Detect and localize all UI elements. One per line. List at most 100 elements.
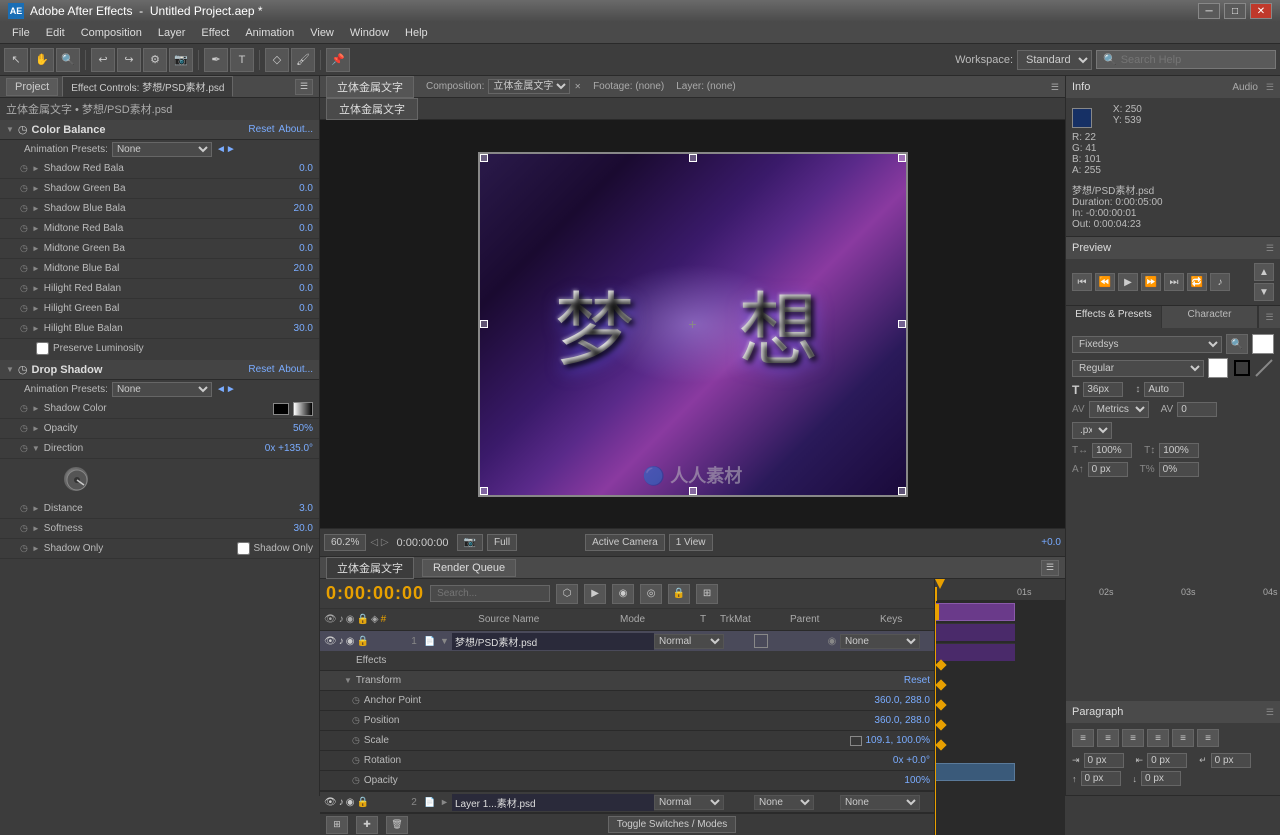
tl-l1-audio-icon[interactable]: ♪ — [339, 636, 344, 647]
menu-edit[interactable]: Edit — [38, 25, 73, 41]
side-handle-bottom[interactable] — [689, 487, 697, 495]
tl-comp-btn[interactable]: ⊞ — [696, 584, 718, 604]
tool-redo[interactable]: ↪ — [117, 48, 141, 72]
cb-presets-nav-left[interactable]: ◄ — [216, 144, 226, 155]
font-style-select[interactable]: Regular — [1072, 360, 1204, 377]
preserve-lum-checkbox[interactable] — [36, 342, 49, 355]
menu-window[interactable]: Window — [342, 25, 397, 41]
lsz-input[interactable] — [1159, 443, 1199, 458]
ep-effects-tab[interactable]: Effects & Presets — [1066, 306, 1162, 328]
font-size-input[interactable] — [1083, 382, 1123, 397]
ds-presets-nav-left[interactable]: ◄ — [216, 384, 226, 395]
dist-expand[interactable]: ► — [32, 504, 40, 513]
direction-dial[interactable] — [64, 467, 88, 491]
cb-anim-presets-select[interactable]: None — [112, 142, 212, 157]
hb-stopwatch[interactable]: ◷ — [20, 323, 28, 334]
tl-delete-btn[interactable]: 🗑 — [386, 816, 408, 834]
tl-l2-lock-icon[interactable]: 🔒 — [356, 797, 368, 808]
font-eyedropper-btn[interactable]: 🔍 — [1226, 334, 1248, 354]
comp-view-btn[interactable]: 1 View — [669, 534, 713, 551]
tl-new-comp-btn[interactable]: ⊞ — [326, 816, 348, 834]
tool-zoom[interactable]: 🔍 — [56, 48, 80, 72]
preview-prev-btn[interactable]: ⏪ — [1095, 273, 1115, 291]
para-indent1-input[interactable] — [1084, 753, 1124, 768]
tl-l2-parent-select[interactable]: None — [840, 795, 920, 810]
search-input[interactable] — [1121, 54, 1261, 66]
tl-l1-transform-header[interactable]: ▼ Transform Reset — [320, 671, 934, 691]
soft-stopwatch[interactable]: ◷ — [20, 523, 28, 534]
tool-settings[interactable]: ⚙ — [143, 48, 167, 72]
dir-expand[interactable]: ▼ — [32, 444, 40, 453]
minimize-button[interactable]: ─ — [1198, 3, 1220, 19]
paragraph-menu-icon[interactable]: ☰ — [1266, 707, 1274, 718]
ep-menu-icon[interactable]: ☰ — [1258, 306, 1280, 328]
position-stopwatch[interactable]: ◷ — [352, 715, 360, 726]
hg-expand[interactable]: ► — [32, 304, 40, 313]
op-expand[interactable]: ► — [32, 424, 40, 433]
tl-preview-btn[interactable]: ▶ — [584, 584, 606, 604]
preview-last-btn[interactable]: ⏭ — [1164, 273, 1184, 291]
sb-stopwatch[interactable]: ◷ — [20, 203, 28, 214]
sc-stopwatch[interactable]: ◷ — [20, 403, 28, 414]
ds-anim-presets-select[interactable]: None — [112, 382, 212, 397]
effect-controls-tab[interactable]: Effect Controls: 梦想/PSD素材.psd — [62, 76, 233, 97]
comp-timecode[interactable]: 0:00:00:00 — [393, 536, 453, 550]
comp-name-tab[interactable]: 立体金属文字 — [326, 98, 418, 120]
units-select[interactable]: .px — [1072, 422, 1112, 439]
tool-text[interactable]: T — [230, 48, 254, 72]
info-audio-tab[interactable]: Audio — [1232, 82, 1258, 93]
menu-composition[interactable]: Composition — [73, 25, 150, 41]
sb-expand[interactable]: ► — [32, 204, 40, 213]
drop-shadow-header[interactable]: ▼ ◷ Drop Shadow Reset About... — [0, 360, 319, 380]
tool-undo[interactable]: ↩ — [91, 48, 115, 72]
tl-layer-2-row[interactable]: 👁 ♪ ◉ 🔒 2 📄 ► Layer 1...素材 — [320, 792, 934, 812]
op-stopwatch[interactable]: ◷ — [20, 423, 28, 434]
anchor-stopwatch[interactable]: ◷ — [352, 695, 360, 706]
para-align-justify3[interactable]: ≡ — [1197, 729, 1219, 747]
corner-handle-tl[interactable] — [480, 154, 488, 162]
mg-stopwatch[interactable]: ◷ — [20, 243, 28, 254]
mg-expand[interactable]: ► — [32, 244, 40, 253]
tool-puppet[interactable]: 📌 — [326, 48, 350, 72]
dist-stopwatch[interactable]: ◷ — [20, 503, 28, 514]
tracking-input[interactable] — [1177, 402, 1217, 417]
tl-l1-solo-icon[interactable]: ◉ — [346, 636, 355, 647]
stroke-toggle-icon[interactable] — [1254, 358, 1274, 378]
side-handle-left[interactable] — [480, 320, 488, 328]
cb-reset-link[interactable]: Reset — [248, 124, 274, 135]
para-indent3-input[interactable] — [1211, 753, 1251, 768]
timeline-timecode[interactable]: 0:00:00:00 — [326, 583, 424, 604]
menu-file[interactable]: File — [4, 25, 38, 41]
tl-graph[interactable] — [935, 601, 1065, 835]
menu-help[interactable]: Help — [397, 25, 436, 41]
tl-l2-trkmat-select[interactable]: None — [754, 795, 814, 810]
side-handle-right[interactable] — [898, 320, 906, 328]
tool-pen[interactable]: ✒ — [204, 48, 228, 72]
corner-handle-br[interactable] — [898, 487, 906, 495]
project-tab[interactable]: Project — [6, 78, 58, 96]
menu-animation[interactable]: Animation — [237, 25, 302, 41]
tool-shape[interactable]: ◇ — [265, 48, 289, 72]
tl-l1-effects-row[interactable]: Effects — [320, 651, 934, 671]
cb-about-link[interactable]: About... — [279, 124, 313, 135]
soft-expand[interactable]: ► — [32, 524, 40, 533]
tl-l1-vis-icon[interactable]: 👁 — [324, 636, 337, 647]
workspace-select[interactable]: Standard — [1017, 50, 1092, 70]
tl-new-layer-btn[interactable]: ✚ — [356, 816, 378, 834]
color-balance-header[interactable]: ▼ ◷ Color Balance Reset About... — [0, 120, 319, 140]
toggle-switches-modes[interactable]: Toggle Switches / Modes — [608, 816, 737, 833]
corner-handle-bl[interactable] — [480, 487, 488, 495]
side-handle-top[interactable] — [689, 154, 697, 162]
scale-stopwatch[interactable]: ◷ — [352, 735, 360, 746]
tool-camera[interactable]: 📷 — [169, 48, 193, 72]
tl-l1-trkmat-check[interactable] — [754, 634, 768, 648]
tl-l1-parent-icon[interactable]: ◉ — [824, 636, 840, 647]
ds-presets-nav-right[interactable]: ► — [226, 384, 236, 395]
opacity-stopwatch[interactable]: ◷ — [352, 775, 360, 786]
sg-expand[interactable]: ► — [32, 184, 40, 193]
tl-layer-1-row[interactable]: 👁 ♪ ◉ 🔒 1 📄 ▼ 梦想/PSD素材.psd — [320, 631, 934, 651]
mb-expand[interactable]: ► — [32, 264, 40, 273]
ds-about-link[interactable]: About... — [279, 364, 313, 375]
shadow-only-checkbox[interactable] — [237, 542, 250, 555]
preview-first-btn[interactable]: ⏮ — [1072, 273, 1092, 291]
